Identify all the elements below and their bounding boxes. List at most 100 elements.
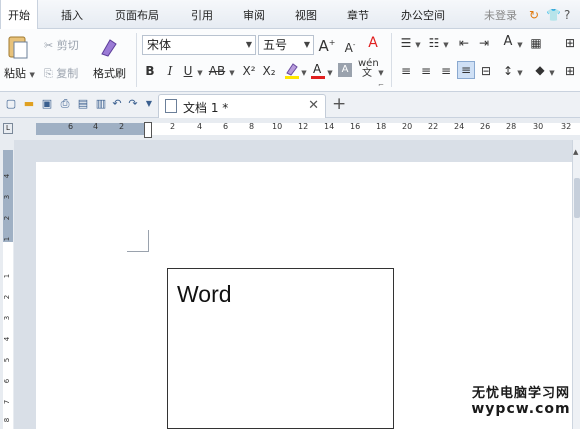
ruler-number: 6 xyxy=(3,378,12,384)
login-status[interactable]: 未登录 xyxy=(484,0,517,29)
align-center-icon[interactable]: ≡ xyxy=(418,63,434,79)
align-right-icon[interactable]: ≡ xyxy=(438,63,454,79)
format-painter-button[interactable]: 格式刷 xyxy=(93,65,126,81)
superscript-button[interactable]: X² xyxy=(240,63,258,79)
paste-button[interactable]: 粘贴 ▼ xyxy=(4,65,35,81)
ruler-number: 28 xyxy=(506,122,517,131)
vertical-ruler[interactable]: 4 3 2 1 1 2 3 4 5 6 7 8 xyxy=(3,150,13,429)
print-preview-icon[interactable]: ▤ xyxy=(76,97,90,111)
bullet-dropdown[interactable]: ▼ xyxy=(414,35,422,53)
font-color-icon[interactable]: A xyxy=(310,61,326,79)
font-size-select[interactable]: 五号 ▼ xyxy=(258,35,314,55)
border-icon[interactable]: ⊞ xyxy=(562,35,578,51)
new-tab-icon[interactable]: + xyxy=(332,94,346,114)
highlight-dropdown[interactable]: ▼ xyxy=(300,63,308,81)
ruler-number: 4 xyxy=(3,336,12,342)
italic-button[interactable]: I xyxy=(164,63,176,79)
line-spacing-icon[interactable]: ↕ xyxy=(500,63,516,79)
distributed-align-icon[interactable]: ⊟ xyxy=(478,63,494,79)
undo-icon[interactable]: ↶ xyxy=(110,97,124,111)
align-left-icon[interactable]: ≡ xyxy=(398,63,414,79)
tab-references[interactable]: 引用 xyxy=(182,0,222,29)
ruler-number: 2 xyxy=(3,215,12,221)
char-shading-icon[interactable]: A xyxy=(338,63,352,77)
ruler-number: 8 xyxy=(249,122,255,131)
ruler-number: 12 xyxy=(298,122,309,131)
font-family-select[interactable]: 宋体 ▼ xyxy=(142,35,256,55)
paste-label: 粘贴 xyxy=(4,67,26,80)
text-box[interactable]: Word xyxy=(167,268,394,429)
text-box-content[interactable]: Word xyxy=(177,281,232,308)
export-pdf-icon[interactable]: ▥ xyxy=(94,97,108,111)
tab-page-layout[interactable]: 页面布局 xyxy=(108,0,166,29)
site-watermark: 无忧电脑学习网 wypcw.com xyxy=(468,382,574,417)
ribbon-panel: 粘贴 ▼ ✂ 剪切 ⎘ 复制 格式刷 宋体 ▼ 五号 ▼ A+ A- A B I U… xyxy=(0,29,580,92)
tab-insert[interactable]: 插入 xyxy=(52,0,92,29)
close-tab-icon[interactable]: ✕ xyxy=(308,98,319,113)
watermark-line-1: 无忧电脑学习网 xyxy=(471,386,570,401)
phonetic-dropdown[interactable]: ▼ xyxy=(377,63,385,81)
tab-chapter[interactable]: 章节 xyxy=(338,0,378,29)
underline-button[interactable]: U xyxy=(182,63,194,79)
bold-button[interactable]: B xyxy=(144,63,156,79)
ruler-number: 20 xyxy=(402,122,413,131)
chinese-layout-icon[interactable]: A xyxy=(500,34,516,50)
tab-home[interactable]: 开始 xyxy=(0,0,38,30)
help-icon[interactable]: ? xyxy=(564,0,570,29)
clear-format-icon[interactable]: A xyxy=(364,35,382,51)
font-color-dropdown[interactable]: ▼ xyxy=(326,63,334,81)
tab-stop-selector[interactable]: L xyxy=(3,123,13,134)
document-tab[interactable]: 文档 1 * ✕ xyxy=(158,94,326,118)
shrink-font-icon[interactable]: A- xyxy=(342,37,358,56)
indent-marker[interactable] xyxy=(144,122,152,138)
phonetic-guide-icon[interactable]: wén 文 xyxy=(358,59,379,79)
subscript-button[interactable]: X₂ xyxy=(260,63,278,79)
justify-icon[interactable]: ≡ xyxy=(457,61,475,79)
save-icon[interactable]: ▣ xyxy=(40,97,54,111)
skin-icon[interactable]: 👕 xyxy=(546,0,561,29)
ruler-number: 18 xyxy=(376,122,387,131)
highlight-icon[interactable] xyxy=(284,61,300,79)
shading-icon[interactable]: ◆ xyxy=(532,62,548,78)
copy-label: 复制 xyxy=(56,67,79,80)
ruler-number: 24 xyxy=(454,122,465,131)
vertical-ruler-bar: 4 3 2 1 1 2 3 4 5 6 7 8 xyxy=(0,140,14,429)
tab-view[interactable]: 视图 xyxy=(286,0,326,29)
chinese-layout-dropdown[interactable]: ▼ xyxy=(516,35,524,53)
ruler-number: 26 xyxy=(480,122,491,131)
redo-icon[interactable]: ↷ xyxy=(126,97,140,111)
strikethrough-button[interactable]: AB xyxy=(208,63,226,79)
numbered-dropdown[interactable]: ▼ xyxy=(442,35,450,53)
horizontal-ruler-bar: L 6 4 2 2 4 6 8 10 12 14 16 18 20 22 24 … xyxy=(0,118,580,140)
horizontal-ruler[interactable]: 6 4 2 2 4 6 8 10 12 14 16 18 20 22 24 26… xyxy=(36,122,580,135)
shading-dropdown[interactable]: ▼ xyxy=(548,63,556,81)
ruler-number: 2 xyxy=(3,294,12,300)
scroll-up-icon[interactable]: ▲ xyxy=(573,148,578,156)
tab-office-space[interactable]: 办公空间 xyxy=(394,0,452,29)
numbered-list-icon[interactable]: ☷ xyxy=(426,35,442,51)
copy-button[interactable]: ⎘ 复制 xyxy=(44,65,78,81)
underline-dropdown[interactable]: ▼ xyxy=(196,63,204,81)
line-spacing-dropdown[interactable]: ▼ xyxy=(516,63,524,81)
border-style-icon[interactable]: ⊞ xyxy=(562,63,578,79)
new-document-icon[interactable]: ▢ xyxy=(4,97,18,111)
open-folder-icon[interactable]: ▬ xyxy=(22,97,36,111)
tab-review[interactable]: 审阅 xyxy=(234,0,274,29)
strikethrough-dropdown[interactable]: ▼ xyxy=(228,63,236,81)
paste-icon[interactable] xyxy=(6,34,30,60)
group-separator xyxy=(136,33,137,87)
scroll-thumb[interactable] xyxy=(574,178,580,218)
font-dialog-launcher-icon[interactable]: ⌐ xyxy=(378,81,384,89)
decrease-indent-icon[interactable]: ⇤ xyxy=(456,35,472,51)
format-painter-icon[interactable] xyxy=(98,34,120,58)
grow-font-icon[interactable]: A+ xyxy=(318,35,336,54)
document-tab-title: 文档 1 * xyxy=(183,101,229,115)
increase-indent-icon[interactable]: ⇥ xyxy=(476,35,492,51)
refresh-icon[interactable]: ↻ xyxy=(529,0,539,29)
table-grid-icon[interactable]: ▦ xyxy=(528,35,544,51)
customize-toolbar-icon[interactable]: ▼ xyxy=(142,97,156,111)
print-icon[interactable]: ⎙ xyxy=(58,97,72,111)
ruler-number: 22 xyxy=(428,122,439,131)
cut-button[interactable]: ✂ 剪切 xyxy=(44,37,79,53)
bullet-list-icon[interactable]: ☰ xyxy=(398,35,414,51)
